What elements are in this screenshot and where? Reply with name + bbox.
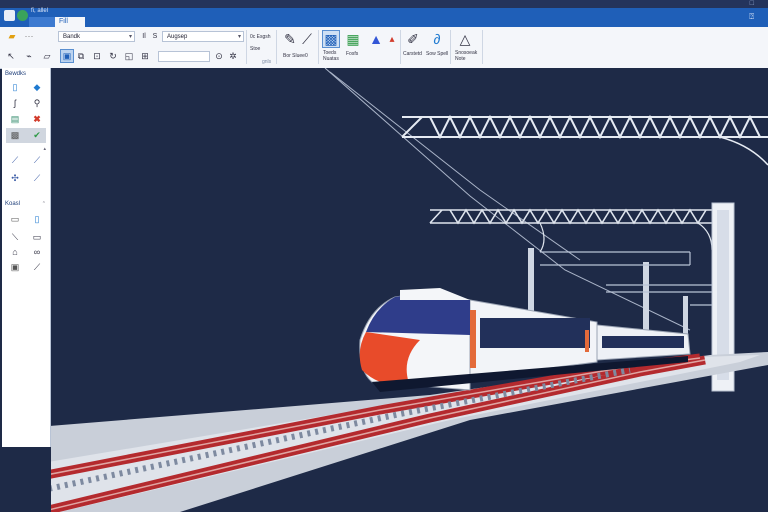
toolbox-icon[interactable]: ▩ [322,30,340,48]
spell-icon[interactable]: ∂ [428,30,446,48]
style-label[interactable]: Stoe [250,46,260,52]
ribbon-separator [482,30,483,64]
note-icon[interactable]: △ [456,30,474,48]
select-tool-icon[interactable]: ▣ [60,49,74,63]
brush-icon[interactable]: ⟋ [298,30,316,48]
pencil-icon[interactable]: ⌁ [24,51,34,61]
grid-icon[interactable]: ⊞ [140,51,150,61]
fosfs-label[interactable]: Fosfs [346,51,358,57]
phone-icon[interactable]: ▯ [31,213,43,225]
pen-icon[interactable]: ✎ [281,30,299,48]
ribbon-separator [276,30,277,64]
bold-icon[interactable]: Il [139,31,149,41]
find-label[interactable]: 0c Esgsh [250,34,271,40]
check-icon[interactable]: ✔ [31,129,43,141]
panel-section-title: Bewdks [5,71,27,77]
chevron-down-icon: ▾ [237,34,241,40]
chart-icon[interactable]: ▦ [344,30,362,48]
font-combo-value: Bandk [63,34,81,40]
shapes-icon[interactable]: ⌂ [9,246,21,258]
rotate-icon[interactable]: ↻ [108,51,118,61]
folder-icon[interactable]: ▰ [6,30,18,42]
save-icon[interactable] [17,10,28,21]
tab-fill[interactable]: Fill [55,17,85,27]
catenary-pole [683,296,688,336]
spell-label[interactable]: Sow Spell [426,51,448,57]
image-icon[interactable]: ▣ [9,261,21,273]
page-icon[interactable]: ▤ [9,113,21,125]
catenary-pole [643,262,649,330]
window-restore-icon[interactable]: □ [750,0,754,8]
line-icon[interactable]: ⟋ [31,261,43,273]
quick-access-text: fi, allel [31,8,49,14]
zoom-icon[interactable]: ⊙ [214,51,224,61]
ruler-icon[interactable]: ▭ [31,231,43,243]
frame-icon[interactable]: ▭ [9,213,21,225]
tool-panel: Bewdks ▯ ◆ ʃ ⚲ ▤ ✖ ▩ ✔ ▴ ⟋ ⟋ ✣ ⟋ Koasl ⌃… [2,68,51,447]
tab-bar: fi, allel Fill ⍰ [0,8,768,27]
font-combo[interactable]: Bandk ▾ [58,31,135,42]
ribbon-separator [318,30,319,64]
delete-icon[interactable]: ✖ [31,113,43,125]
catenary-pole [528,248,534,312]
help-icon[interactable]: ⍰ [749,12,754,22]
contest-label[interactable]: Carstetd [403,51,422,57]
drawing-canvas[interactable] [51,68,768,512]
ribbon-separator [400,30,401,64]
collapse-icon[interactable]: ⌃ [42,201,46,207]
curve-icon[interactable]: ʃ [9,97,21,109]
panel-section-title: Koasl [5,201,21,207]
italic-icon[interactable]: S [150,31,160,41]
draw-icon[interactable]: ⟋ [31,172,43,184]
group-label: gnls [262,59,272,65]
copy-icon[interactable]: ⧉ [76,51,86,61]
document-icon[interactable]: ▯ [9,81,21,93]
toeds-label[interactable]: Toeds Nuatas [323,50,339,62]
ribbon-separator [450,30,451,64]
pencil-tool-icon[interactable]: ✐ [404,30,422,48]
wrench-icon[interactable]: ⟋ [31,154,43,166]
measure-icon[interactable]: ⟍ [9,231,21,243]
lock-icon[interactable]: ▩ [9,129,21,141]
eraser-icon[interactable]: ▱ [42,51,52,61]
link-icon[interactable]: ⟋ [9,154,21,166]
settings-icon[interactable]: ✲ [228,51,238,61]
undo-icon[interactable]: ⋯ [24,31,34,41]
app-icon[interactable] [4,10,15,21]
magnifier-icon[interactable]: ⚲ [31,97,43,109]
title-bar: □ [0,0,768,8]
note-label[interactable]: Snosoeak Note [455,50,477,62]
marker-icon[interactable]: ▴ [383,30,401,48]
nodes-icon[interactable]: ✣ [9,172,21,184]
bring-label[interactable]: Bor Sluee0 [283,53,308,59]
ribbon-separator [246,30,247,64]
connector-icon[interactable]: ∞ [31,246,43,258]
layers-icon[interactable]: ◆ [31,81,43,93]
style-combo-value: Augsep [167,34,188,40]
section-marker: ▴ [43,146,46,152]
shape-icon[interactable]: ◱ [124,51,134,61]
style-combo[interactable]: Augsep ▾ [162,31,244,42]
crop-icon[interactable]: ⊡ [92,51,102,61]
back-icon[interactable]: ↖ [6,51,16,61]
size-combo[interactable] [158,51,210,62]
chevron-down-icon: ▾ [128,34,132,40]
